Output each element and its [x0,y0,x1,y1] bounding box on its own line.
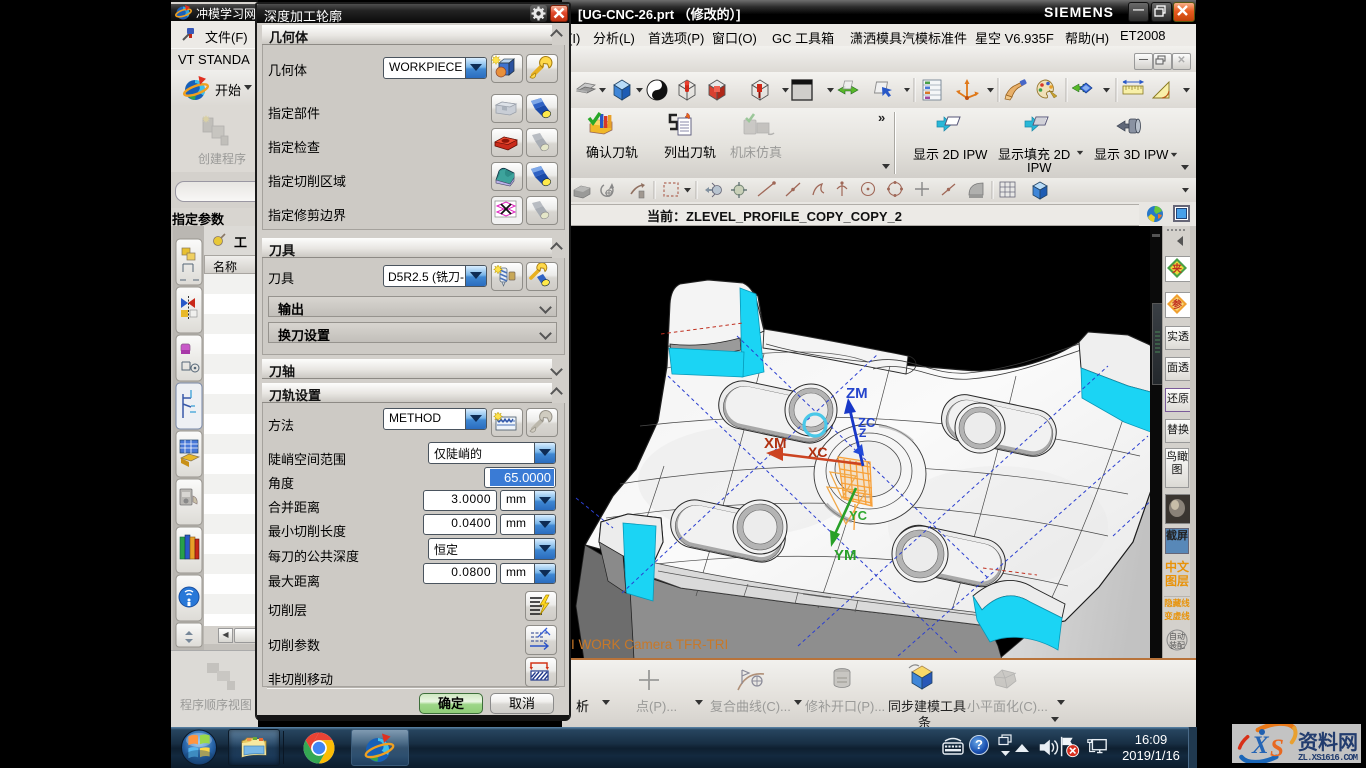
svg-text:YM: YM [834,547,857,564]
svg-text:ZM: ZM [846,385,868,402]
svg-text:ZL.XS1616.COM: ZL.XS1616.COM [1298,753,1358,763]
svg-text:YC: YC [849,508,868,523]
svg-text:自动: 自动 [1169,631,1185,641]
svg-text:装配: 装配 [1169,640,1185,650]
svg-text:S: S [1270,735,1284,762]
svg-text:X: X [1251,732,1270,759]
svg-text:参: 参 [1172,298,1182,311]
svg-text:资料网: 资料网 [1298,730,1358,754]
svg-text:夹: 夹 [1172,262,1182,275]
svg-text:XM: XM [764,435,787,452]
svg-text:I WORK Camera TFR-TRI: I WORK Camera TFR-TRI [571,637,728,652]
svg-text:Z: Z [859,426,866,440]
svg-text:XC: XC [808,444,827,460]
